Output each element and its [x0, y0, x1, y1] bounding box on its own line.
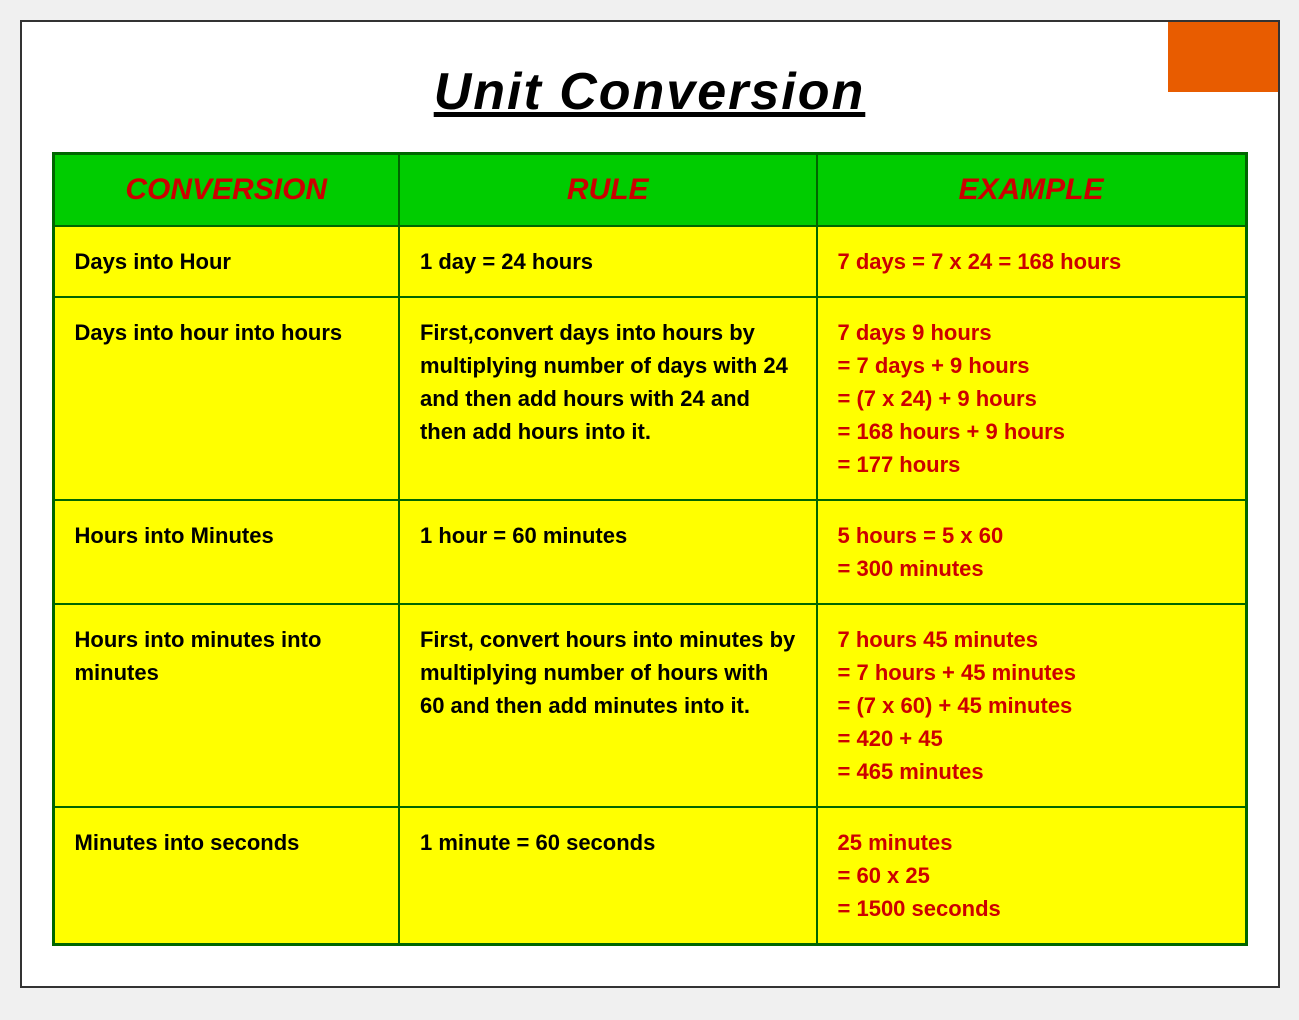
cell-example: 5 hours = 5 x 60= 300 minutes [817, 500, 1246, 604]
cell-rule: 1 minute = 60 seconds [399, 807, 817, 945]
cell-rule: First, convert hours into minutes by mul… [399, 604, 817, 807]
table-row: Hours into minutes into minutesFirst, co… [53, 604, 1246, 807]
cell-conversion: Minutes into seconds [53, 807, 399, 945]
cell-example: 7 days = 7 x 24 = 168 hours [817, 226, 1246, 297]
cell-example: 25 minutes= 60 x 25= 1500 seconds [817, 807, 1246, 945]
cell-conversion: Days into Hour [53, 226, 399, 297]
table-row: Hours into Minutes1 hour = 60 minutes5 h… [53, 500, 1246, 604]
table-header-row: CONVERSION RULE EXAMPLE [53, 154, 1246, 227]
table-row: Days into hour into hoursFirst,convert d… [53, 297, 1246, 500]
cell-conversion: Hours into minutes into minutes [53, 604, 399, 807]
orange-corner-decoration [1168, 22, 1278, 92]
header-conversion: CONVERSION [53, 154, 399, 227]
page-title: Unit Conversion [52, 62, 1248, 122]
table-row: Days into Hour1 day = 24 hours7 days = 7… [53, 226, 1246, 297]
cell-rule: 1 hour = 60 minutes [399, 500, 817, 604]
cell-rule: First,convert days into hours by multipl… [399, 297, 817, 500]
cell-conversion: Days into hour into hours [53, 297, 399, 500]
cell-conversion: Hours into Minutes [53, 500, 399, 604]
cell-rule: 1 day = 24 hours [399, 226, 817, 297]
cell-example: 7 days 9 hours= 7 days + 9 hours= (7 x 2… [817, 297, 1246, 500]
table-row: Minutes into seconds1 minute = 60 second… [53, 807, 1246, 945]
page-container: Unit Conversion CONVERSION RULE EXAMPLE … [20, 20, 1280, 988]
conversion-table: CONVERSION RULE EXAMPLE Days into Hour1 … [52, 152, 1248, 946]
cell-example: 7 hours 45 minutes= 7 hours + 45 minutes… [817, 604, 1246, 807]
header-example: EXAMPLE [817, 154, 1246, 227]
header-rule: RULE [399, 154, 817, 227]
